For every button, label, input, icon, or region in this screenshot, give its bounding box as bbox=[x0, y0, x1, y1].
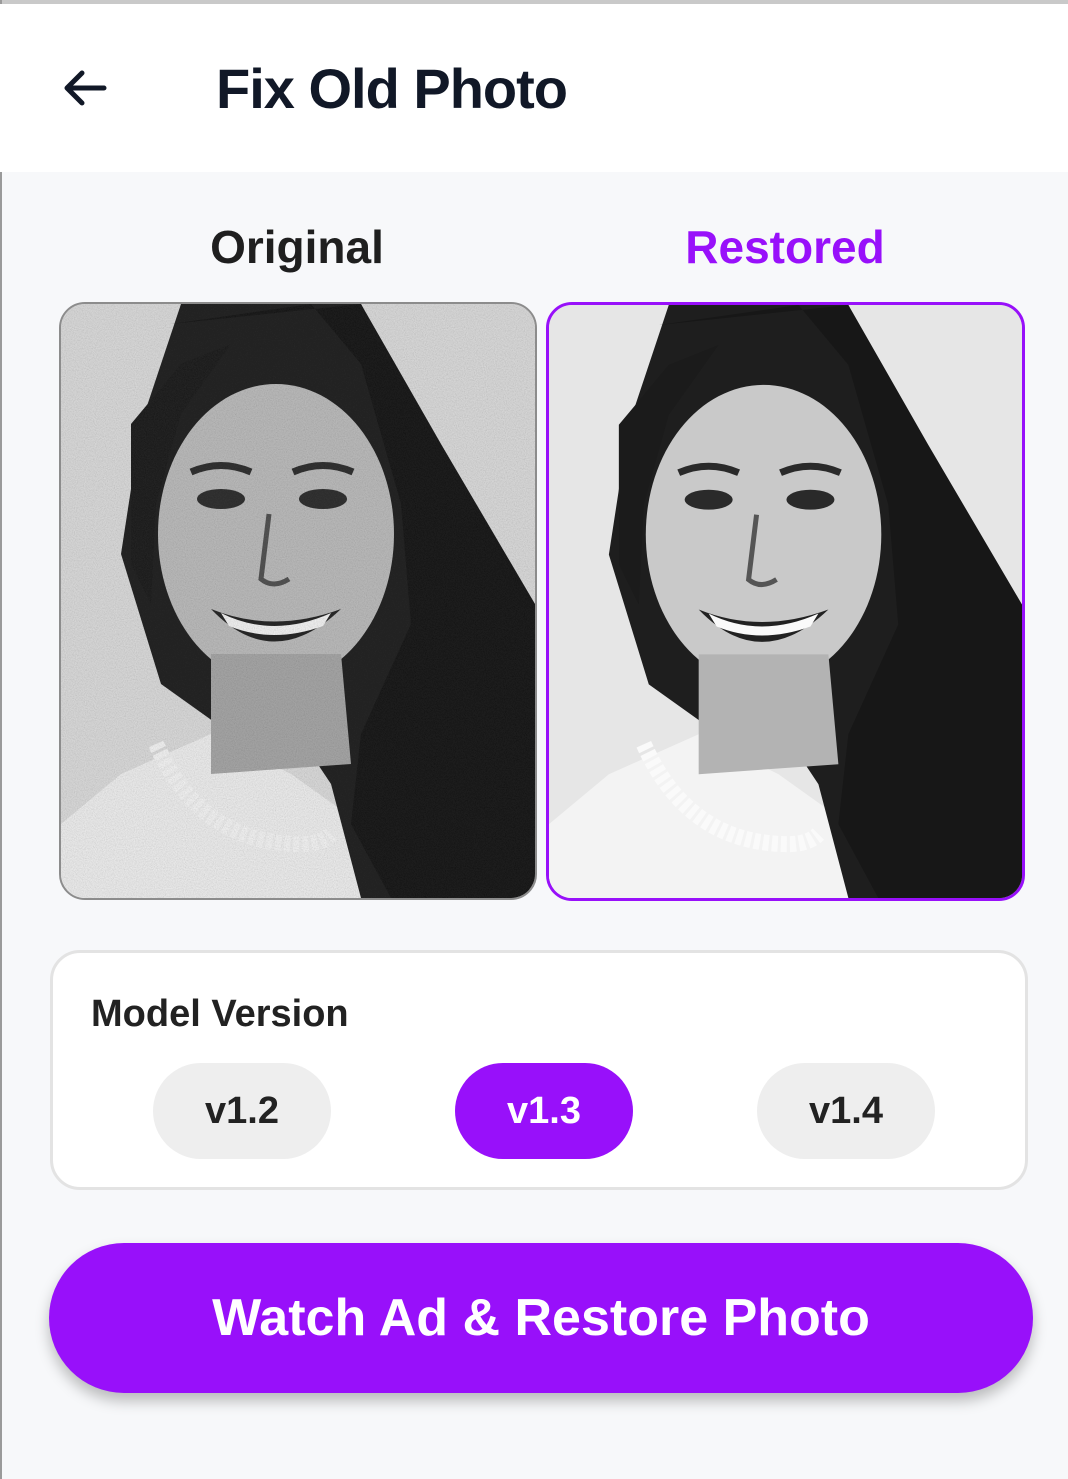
app-header: Fix Old Photo bbox=[0, 4, 1068, 172]
version-button-v1-2[interactable]: v1.2 bbox=[153, 1063, 331, 1159]
edge-line bbox=[0, 0, 2, 1479]
restored-photo-image bbox=[549, 305, 1022, 898]
restored-photo[interactable] bbox=[546, 302, 1025, 901]
page-title: Fix Old Photo bbox=[216, 57, 568, 120]
original-photo-image bbox=[61, 304, 535, 898]
original-photo[interactable] bbox=[59, 302, 537, 900]
restored-label: Restored bbox=[685, 221, 885, 273]
back-button[interactable] bbox=[52, 56, 116, 120]
arrow-left-icon bbox=[64, 70, 107, 106]
version-button-v1-3[interactable]: v1.3 bbox=[455, 1063, 633, 1159]
original-label: Original bbox=[210, 221, 384, 273]
watch-ad-restore-button[interactable]: Watch Ad & Restore Photo bbox=[49, 1243, 1033, 1393]
version-button-v1-4[interactable]: v1.4 bbox=[757, 1063, 935, 1159]
model-version-title: Model Version bbox=[91, 993, 349, 1035]
model-version-panel: Model Version v1.2 v1.3 v1.4 bbox=[50, 950, 1028, 1190]
